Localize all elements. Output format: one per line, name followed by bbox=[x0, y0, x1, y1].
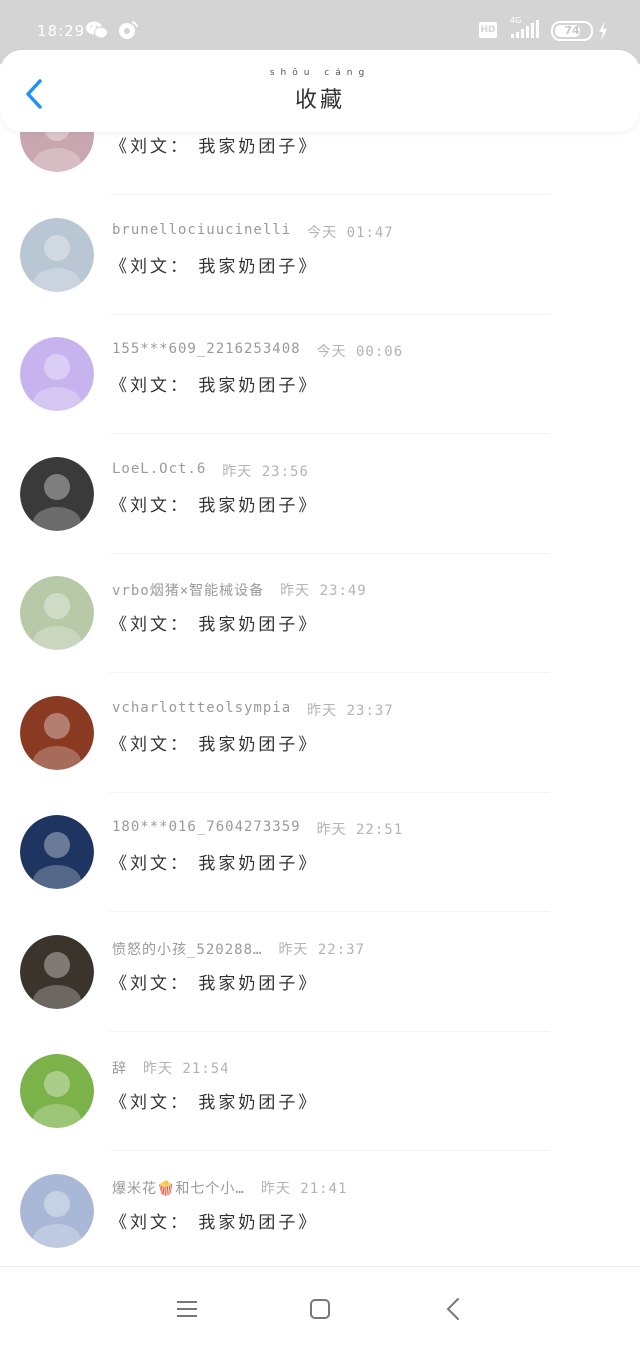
favorite-user-name[interactable]: vcharlottteolsympia bbox=[112, 700, 291, 716]
avatar[interactable] bbox=[20, 1054, 94, 1128]
battery-icon: 74 bbox=[551, 21, 593, 41]
favorite-user-name[interactable]: 爆米花🍿和七个小… bbox=[112, 1178, 245, 1198]
favorite-title[interactable]: 《刘文： 我家奶团子》 bbox=[110, 610, 318, 635]
favorite-time: 昨天 23:37 bbox=[307, 702, 394, 719]
favorite-time: 昨天 22:51 bbox=[316, 822, 404, 838]
avatar[interactable] bbox=[20, 337, 94, 411]
avatar[interactable] bbox=[20, 456, 94, 531]
favorite-user-name[interactable]: 辞 bbox=[112, 1058, 127, 1078]
favorite-row[interactable]: brunellociuucinelli 今天 01:47 《刘文： 我家奶团子》 bbox=[0, 196, 640, 315]
favorite-time: 昨天 23:56 bbox=[222, 463, 309, 480]
avatar[interactable] bbox=[20, 217, 94, 292]
favorite-title[interactable]: 《刘文： 我家奶团子》 bbox=[110, 1208, 318, 1233]
avatar[interactable] bbox=[20, 815, 94, 889]
avatar-image bbox=[20, 576, 94, 650]
home-square-icon[interactable] bbox=[309, 1298, 331, 1320]
charging-icon bbox=[599, 21, 607, 41]
phone-screen: 18:29 HD 4G 74 shōu cáng 收藏 《刘文： 我家奶团子》 … bbox=[0, 0, 640, 1351]
signal-icon bbox=[511, 20, 539, 38]
avatar-image bbox=[20, 1054, 94, 1128]
favorite-row[interactable]: LoeL.Oct.6 昨天 23:56 《刘文： 我家奶团子》 bbox=[0, 435, 640, 554]
wechat-icon bbox=[86, 21, 108, 39]
favorite-row[interactable]: 爆米花🍿和七个小… 昨天 21:41 《刘文： 我家奶团子》 bbox=[0, 1152, 640, 1267]
favorite-user-name[interactable]: 愤怒的小孩_520288… bbox=[112, 939, 262, 959]
favorite-time: 昨天 21:41 bbox=[260, 1180, 348, 1197]
favorite-title[interactable]: 《刘文： 我家奶团子》 bbox=[110, 730, 318, 755]
favorite-title[interactable]: 《刘文： 我家奶团子》 bbox=[110, 371, 318, 396]
favorite-user-name[interactable]: vrbo烟猪×智能械设备 bbox=[112, 580, 264, 600]
favorite-user-name[interactable]: 180***016_7604273359 bbox=[112, 819, 301, 835]
header: shōu cáng 收藏 bbox=[0, 50, 640, 132]
avatar-image bbox=[20, 695, 94, 770]
favorite-user-name[interactable]: 155***609_2216253408 bbox=[112, 341, 301, 357]
avatar[interactable] bbox=[20, 576, 94, 650]
favorite-row[interactable]: 155***609_2216253408 今天 00:06 《刘文： 我家奶团子》 bbox=[0, 315, 640, 434]
weibo-icon bbox=[119, 21, 138, 39]
avatar-image bbox=[20, 337, 94, 411]
favorite-time: 今天 00:06 bbox=[316, 344, 404, 360]
favorite-time: 昨天 23:49 bbox=[280, 583, 367, 599]
avatar[interactable] bbox=[20, 695, 94, 770]
status-time: 18:29 bbox=[37, 22, 86, 40]
favorite-row[interactable]: vrbo烟猪×智能械设备 昨天 23:49 《刘文： 我家奶团子》 bbox=[0, 554, 640, 673]
avatar-image bbox=[20, 934, 94, 1009]
avatar-image bbox=[20, 1173, 94, 1248]
favorite-user-name[interactable]: brunellociuucinelli bbox=[112, 222, 291, 238]
favorite-time: 今天 01:47 bbox=[307, 224, 394, 241]
avatar[interactable] bbox=[20, 1173, 94, 1248]
navigation-bar bbox=[0, 1266, 640, 1351]
battery-level: 74 bbox=[564, 24, 580, 37]
menu-icon[interactable] bbox=[176, 1299, 198, 1319]
hd-icon: HD bbox=[479, 22, 497, 38]
favorite-row[interactable]: 180***016_7604273359 昨天 22:51 《刘文： 我家奶团子》 bbox=[0, 793, 640, 912]
avatar[interactable] bbox=[20, 934, 94, 1009]
favorite-title[interactable]: 《刘文： 我家奶团子》 bbox=[110, 491, 318, 516]
favorite-title[interactable]: 《刘文： 我家奶团子》 bbox=[110, 1088, 318, 1113]
favorite-title[interactable]: 《刘文： 我家奶团子》 bbox=[110, 969, 318, 994]
favorite-title[interactable]: 《刘文： 我家奶团子》 bbox=[110, 132, 318, 157]
favorite-row[interactable]: vcharlottteolsympia 昨天 23:37 《刘文： 我家奶团子》 bbox=[0, 674, 640, 793]
page-title-pinyin: shōu cáng bbox=[269, 68, 371, 78]
avatar-image bbox=[20, 217, 94, 292]
avatar-image bbox=[20, 456, 94, 531]
favorite-title[interactable]: 《刘文： 我家奶团子》 bbox=[110, 849, 318, 874]
back-triangle-icon[interactable] bbox=[445, 1297, 461, 1321]
avatar[interactable] bbox=[20, 132, 94, 172]
avatar-image bbox=[20, 815, 94, 889]
favorite-time: 昨天 21:54 bbox=[143, 1061, 230, 1077]
favorite-user-name[interactable]: LoeL.Oct.6 bbox=[112, 461, 206, 477]
page-title: 收藏 bbox=[294, 88, 345, 113]
favorite-row[interactable]: 宋你一个刘丸子1123今天 03:38《刘文： 我家奶团子》 bbox=[0, 132, 640, 195]
favorites-list: 宋你一个刘丸子1123今天 03:38《刘文： 我家奶团子》brunelloci… bbox=[0, 132, 640, 1266]
avatar-image bbox=[20, 132, 94, 172]
favorite-row[interactable]: 辞昨天 21:54 《刘文： 我家奶团子》 bbox=[0, 1032, 640, 1151]
favorite-title[interactable]: 《刘文： 我家奶团子》 bbox=[110, 252, 318, 277]
favorite-row[interactable]: 愤怒的小孩_520288… 昨天 22:37 《刘文： 我家奶团子》 bbox=[0, 913, 640, 1032]
favorite-time: 昨天 22:37 bbox=[278, 941, 366, 958]
